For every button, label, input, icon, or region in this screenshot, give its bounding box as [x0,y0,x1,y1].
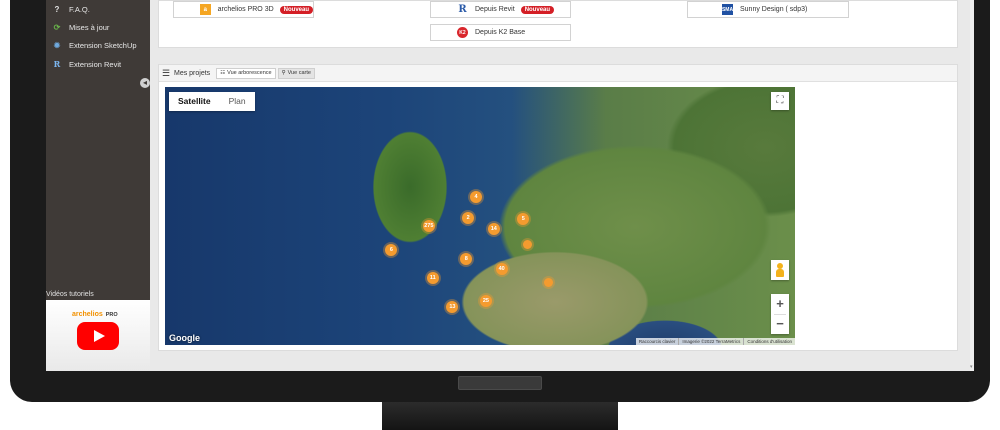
sma-icon: SMA [722,4,733,15]
zoom-control: + − [771,294,789,334]
k2-icon: K2 [457,27,468,38]
button-label: Depuis K2 Base [475,29,526,36]
projects-map[interactable]: Satellite Plan ⛶ + − Google Raccourcis c… [165,87,795,345]
map-cluster-marker[interactable]: 11 [426,271,439,284]
new-badge: Nouveau [520,5,555,14]
map-cluster-marker[interactable]: 6 [385,243,398,256]
video-brand: archelios PRO [72,311,118,318]
sidebar-item-label: Extension SketchUp [69,40,137,50]
refresh-icon: ⟳ [53,22,61,32]
tree-view-label: Vue arborescence [227,70,272,76]
terms-link[interactable]: Conditions d'utilisation [743,338,795,345]
button-label: Sunny Design ( sdp3) [740,6,808,13]
revit-icon: R [458,4,467,15]
collapse-sidebar-icon[interactable]: ◂ [140,78,150,88]
video-brand-name: archelios [72,311,103,318]
map-cluster-marker[interactable]: 8 [460,253,473,266]
map-view-button[interactable]: ⚲ Vue carte [277,67,315,79]
map-cluster-marker[interactable] [522,240,532,250]
sidebar-item-sketchup[interactable]: ✹ Extension SketchUp [51,38,137,52]
import-panel: a archelios PRO 3D Nouveau R Depuis Revi… [158,0,958,48]
map-type-toggle: Satellite Plan [169,92,255,111]
archelios-pro-3d-button[interactable]: a archelios PRO 3D Nouveau [173,1,314,18]
sidebar-item-revit[interactable]: R Extension Revit [51,57,121,71]
zoom-in-button[interactable]: + [771,294,789,314]
depuis-revit-button[interactable]: R Depuis Revit Nouveau [430,1,571,18]
street-view-pegman-icon[interactable] [771,260,789,280]
zoom-out-button[interactable]: − [771,314,789,334]
video-tutorials-thumbnail[interactable]: archelios PRO [46,300,150,371]
google-logo: Google [169,333,200,343]
revit-icon: R [53,59,61,69]
youtube-play-icon[interactable] [77,322,119,350]
projects-title: Mes projets [174,69,211,77]
map-cluster-marker[interactable]: 13 [446,301,459,314]
sidebar-item-label: Mises à jour [69,22,110,32]
projects-panel: ☰ Mes projets ☷ Vue arborescence ⚲ Vue c… [158,64,958,351]
tree-view-icon: ☷ [220,70,226,76]
map-cluster-marker[interactable] [544,278,554,288]
map-cluster-marker[interactable]: 2 [462,211,475,224]
monitor-stand [382,402,618,430]
sidebar-item-faq[interactable]: ? F.A.Q. [51,2,90,16]
question-icon: ? [54,4,60,14]
video-brand-suffix: PRO [105,312,118,318]
new-badge: Nouveau [279,5,313,14]
map-cluster-marker[interactable]: 275 [422,220,435,233]
scroll-down-icon[interactable]: ▾ [970,364,974,370]
map-attribution: Raccourcis clavier Imagerie ©2022 TerraM… [635,338,795,345]
list-icon: ☰ [162,67,171,78]
plan-button[interactable]: Plan [220,92,255,111]
map-cluster-marker[interactable]: 4 [470,191,483,204]
sidebar: ? F.A.Q. ⟳ Mises à jour ✹ Extension Sket… [46,0,150,371]
archelios-icon: a [200,4,211,15]
sketchup-icon: ✹ [53,40,61,50]
satellite-button[interactable]: Satellite [169,92,220,111]
sidebar-item-label: F.A.Q. [69,4,90,14]
map-pin-icon: ⚲ [281,70,286,76]
map-cluster-marker[interactable]: 40 [495,263,508,276]
map-cluster-marker[interactable]: 5 [517,213,530,226]
projects-header: ☰ Mes projets ☷ Vue arborescence ⚲ Vue c… [159,65,957,82]
depuis-k2-base-button[interactable]: K2 Depuis K2 Base [430,24,571,41]
map-cluster-marker[interactable]: 25 [479,294,492,307]
tree-view-button[interactable]: ☷ Vue arborescence [216,67,276,79]
video-tutorials-label: Vidéos tutoriels [46,291,94,298]
sidebar-item-label: Extension Revit [69,59,122,69]
keyboard-shortcuts-link[interactable]: Raccourcis clavier [636,338,679,345]
page-scrollbar[interactable] [970,0,974,371]
fullscreen-icon[interactable]: ⛶ [771,92,789,110]
sunny-design-button[interactable]: SMA Sunny Design ( sdp3) [687,1,849,18]
map-cluster-marker[interactable]: 14 [487,222,500,235]
main-content: a archelios PRO 3D Nouveau R Depuis Revi… [150,0,970,371]
map-view-label: Vue carte [287,70,311,76]
sidebar-item-updates[interactable]: ⟳ Mises à jour [51,20,110,34]
screen: ? F.A.Q. ⟳ Mises à jour ✹ Extension Sket… [46,0,974,371]
button-label: archelios PRO 3D [217,6,274,13]
button-label: Depuis Revit [475,6,515,13]
imagery-credit: Imagerie ©2022 TerraMetrics [678,338,743,345]
